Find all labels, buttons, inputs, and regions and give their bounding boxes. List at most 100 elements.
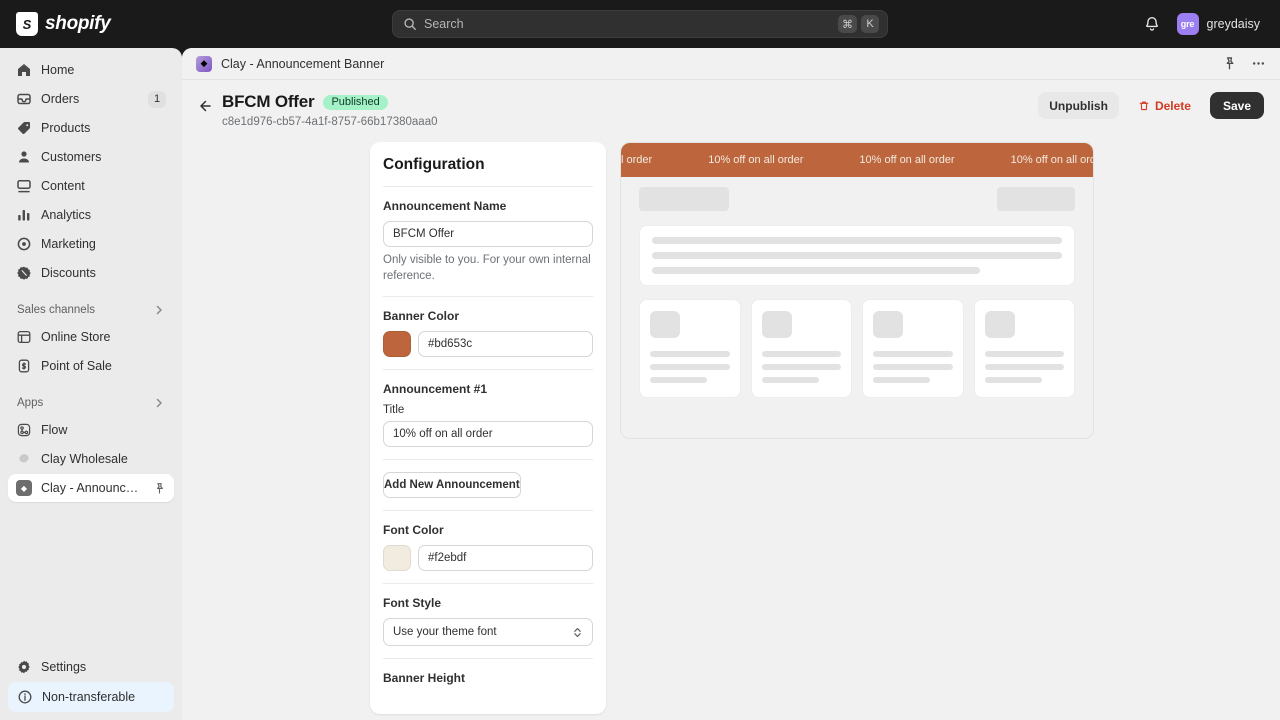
add-new-announcement-button[interactable]: Add New Announcement: [383, 472, 521, 499]
font-color-section: Font Color #f2ebdf: [370, 511, 606, 572]
home-icon: [16, 62, 32, 78]
chevron-updown-icon: [574, 627, 581, 637]
preview-announcement-banner: 10% off on all order 10% off on all order…: [621, 143, 1093, 177]
skeleton-line: [650, 377, 708, 383]
save-button[interactable]: Save: [1209, 92, 1264, 119]
frame-actions: [1222, 56, 1266, 71]
app-frame: ◆ Clay - Announcement Banner BFCM Offer …: [182, 48, 1280, 720]
skeleton-line: [652, 267, 980, 274]
apps-section[interactable]: Apps: [8, 390, 174, 416]
bell-icon[interactable]: [1143, 15, 1161, 33]
announcement-1-title-input[interactable]: 10% off on all order: [383, 421, 593, 448]
marketing-icon: [16, 236, 32, 252]
gear-icon: [16, 659, 32, 675]
sidebar-item-settings[interactable]: Settings: [8, 653, 174, 681]
sidebar-item-label: Content: [41, 179, 85, 193]
content-icon: [16, 178, 32, 194]
page-title-block: BFCM Offer Published c8e1d976-cb57-4a1f-…: [196, 92, 438, 128]
sidebar-item-online-store[interactable]: Online Store: [8, 323, 174, 351]
banner-color-input[interactable]: #bd653c: [418, 331, 593, 358]
sidebar-item-home[interactable]: Home: [8, 56, 174, 84]
delete-button[interactable]: Delete: [1127, 92, 1202, 119]
trash-icon: [1139, 101, 1149, 110]
chevron-right-icon: [156, 398, 162, 408]
skeleton-line: [984, 351, 1064, 357]
preview-product-grid-skeleton: [639, 299, 1075, 398]
skeleton-product-card: [973, 299, 1075, 398]
skeleton-product-card: [862, 299, 964, 398]
info-icon: [18, 690, 32, 704]
sidebar-item-clay-wholesale[interactable]: Clay Wholesale: [8, 445, 174, 473]
configuration-heading: Configuration: [383, 156, 485, 173]
skeleton-lines: [761, 351, 841, 383]
skeleton-line: [652, 237, 1062, 244]
skeleton-line: [873, 364, 953, 370]
notice-label: Non-transferable: [42, 690, 136, 704]
skeleton-line: [761, 364, 841, 370]
font-style-section: Font Style Use your theme font: [370, 584, 606, 647]
announcement-name-input[interactable]: BFCM Offer: [383, 221, 593, 247]
font-color-swatch[interactable]: [383, 545, 411, 572]
app-frame-bar: ◆ Clay - Announcement Banner: [182, 48, 1280, 80]
user-menu[interactable]: gre greydaisy: [1173, 10, 1267, 38]
ellipsis-icon[interactable]: [1251, 56, 1266, 71]
orders-icon: [16, 91, 32, 107]
preview-header-skeleton: [639, 187, 1075, 211]
title-row: BFCM Offer Published: [222, 92, 438, 112]
page-title-text-group: BFCM Offer Published c8e1d976-cb57-4a1f-…: [222, 92, 438, 128]
skeleton-thumbnail: [761, 311, 792, 338]
sidebar-item-discounts[interactable]: Discounts: [8, 259, 174, 287]
pin-icon[interactable]: [153, 482, 166, 495]
font-style-value: Use your theme font: [393, 626, 497, 639]
sales-channels-section[interactable]: Sales channels: [8, 297, 174, 323]
pin-icon[interactable]: [1222, 56, 1237, 71]
announcement-name-section: Announcement Name BFCM Offer Only visibl…: [370, 187, 606, 284]
skeleton-line: [873, 351, 953, 357]
announcement-name-helper: Only visible to you. For your own intern…: [383, 254, 591, 282]
sidebar-item-point-of-sale[interactable]: Point of Sale: [8, 352, 174, 380]
font-style-select[interactable]: Use your theme font: [383, 618, 593, 647]
sidebar-bottom: Settings Non-transferable: [0, 653, 182, 720]
shopify-logo[interactable]: S shopify: [16, 12, 111, 36]
search-shortcut: ⌘ K: [838, 15, 879, 33]
sidebar-item-label: Products: [41, 121, 91, 135]
sidebar-item-marketing[interactable]: Marketing: [8, 230, 174, 258]
sidebar-item-analytics[interactable]: Analytics: [8, 201, 174, 229]
unpublish-button[interactable]: Unpublish: [1038, 92, 1119, 119]
shopify-admin-app: S shopify Search ⌘ K gre greydaisy Home …: [0, 0, 1280, 720]
sidebar-item-orders[interactable]: Orders 1: [8, 85, 174, 113]
sidebar-item-customers[interactable]: Customers: [8, 143, 174, 171]
announcement-1-label: Announcement #1: [383, 382, 488, 397]
font-color-row: #f2ebdf: [383, 545, 593, 572]
preview-banner-text: 10% off on all order: [1010, 154, 1093, 166]
breadcrumb[interactable]: ◆ Clay - Announcement Banner: [196, 55, 384, 72]
announcement-name-label: Announcement Name: [383, 199, 507, 213]
page-title: BFCM Offer: [222, 92, 315, 111]
sidebar-item-clay-announcement[interactable]: ◆ Clay - Announcement...: [8, 474, 174, 502]
analytics-icon: [16, 207, 32, 223]
customers-icon: [16, 149, 32, 165]
skeleton-line: [761, 351, 841, 357]
banner-height-label: Banner Height: [383, 671, 466, 686]
apps-title: Apps: [17, 397, 44, 409]
sidebar-item-flow[interactable]: Flow: [8, 416, 174, 444]
clay-wholesale-app-icon: [16, 451, 32, 467]
sidebar-item-content[interactable]: Content: [8, 172, 174, 200]
sidebar-item-products[interactable]: Products: [8, 114, 174, 142]
preview-banner-text: 10% off on all order: [859, 154, 955, 166]
back-arrow-icon[interactable]: [196, 98, 212, 114]
skeleton-line: [650, 351, 730, 357]
sidebar-item-label: Online Store: [41, 330, 111, 344]
sidebar-nav: Home Orders 1 Products Customers Content…: [0, 48, 182, 653]
page-subtitle-id: c8e1d976-cb57-4a1f-8757-66b17380aaa0: [222, 116, 438, 128]
font-color-input[interactable]: #f2ebdf: [418, 545, 593, 572]
sidebar-item-label: Analytics: [41, 208, 92, 222]
top-bar-right: gre greydaisy: [1143, 0, 1267, 48]
skeleton-line: [652, 252, 1062, 259]
sidebar-item-label: Orders: [41, 92, 80, 106]
font-color-label: Font Color: [383, 523, 444, 538]
clay-app-icon: ◆: [196, 55, 212, 72]
search-input[interactable]: Search ⌘ K: [392, 10, 888, 38]
sidebar-item-label: Discounts: [41, 266, 96, 280]
banner-color-swatch[interactable]: [383, 331, 411, 358]
